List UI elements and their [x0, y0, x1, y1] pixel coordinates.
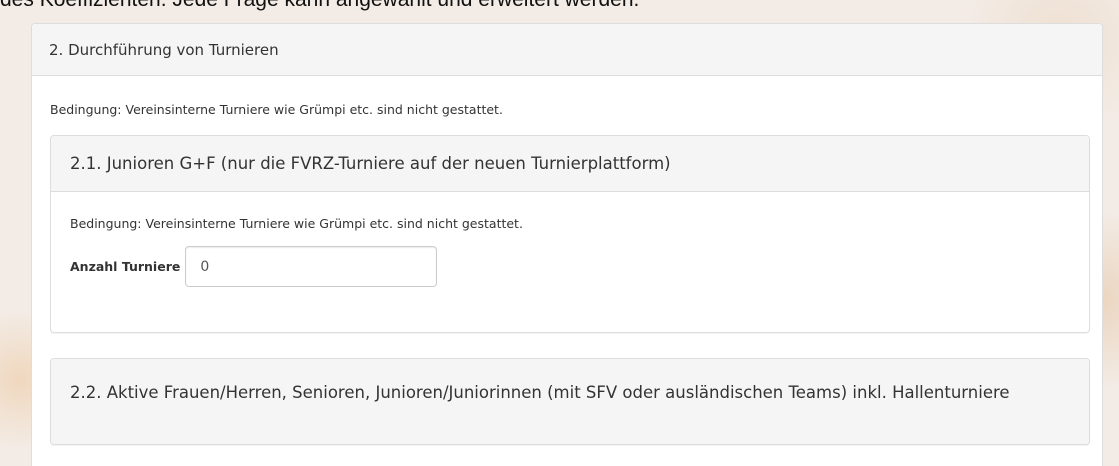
aktive-turniere-panel-heading[interactable]: 2.2. Aktive Frauen/Herren, Senioren, Jun… — [51, 359, 1089, 444]
tournaments-panel-heading[interactable]: 2. Durchführung von Turnieren — [32, 24, 1102, 76]
anzahl-turniere-label: Anzahl Turniere — [70, 259, 181, 274]
anzahl-turniere-input[interactable] — [185, 246, 438, 287]
aktive-turniere-panel: 2.2. Aktive Frauen/Herren, Senioren, Jun… — [50, 358, 1090, 445]
anzahl-turniere-row: Anzahl Turniere — [70, 246, 1070, 287]
junioren-gf-panel-heading[interactable]: 2.1. Junioren G+F (nur die FVRZ-Turniere… — [51, 136, 1089, 192]
tournaments-panel: 2. Durchführung von Turnieren Bedingung:… — [31, 23, 1103, 466]
junioren-gf-panel-body: Bedingung: Vereinsinterne Turniere wie G… — [51, 216, 1089, 287]
intro-text: des Koeffizienten. Jede Frage kann angew… — [0, 0, 639, 12]
junioren-gf-panel: 2.1. Junioren G+F (nur die FVRZ-Turniere… — [50, 135, 1090, 333]
junioren-gf-condition-text: Bedingung: Vereinsinterne Turniere wie G… — [70, 216, 523, 231]
tournaments-condition-text: Bedingung: Vereinsinterne Turniere wie G… — [50, 102, 503, 117]
